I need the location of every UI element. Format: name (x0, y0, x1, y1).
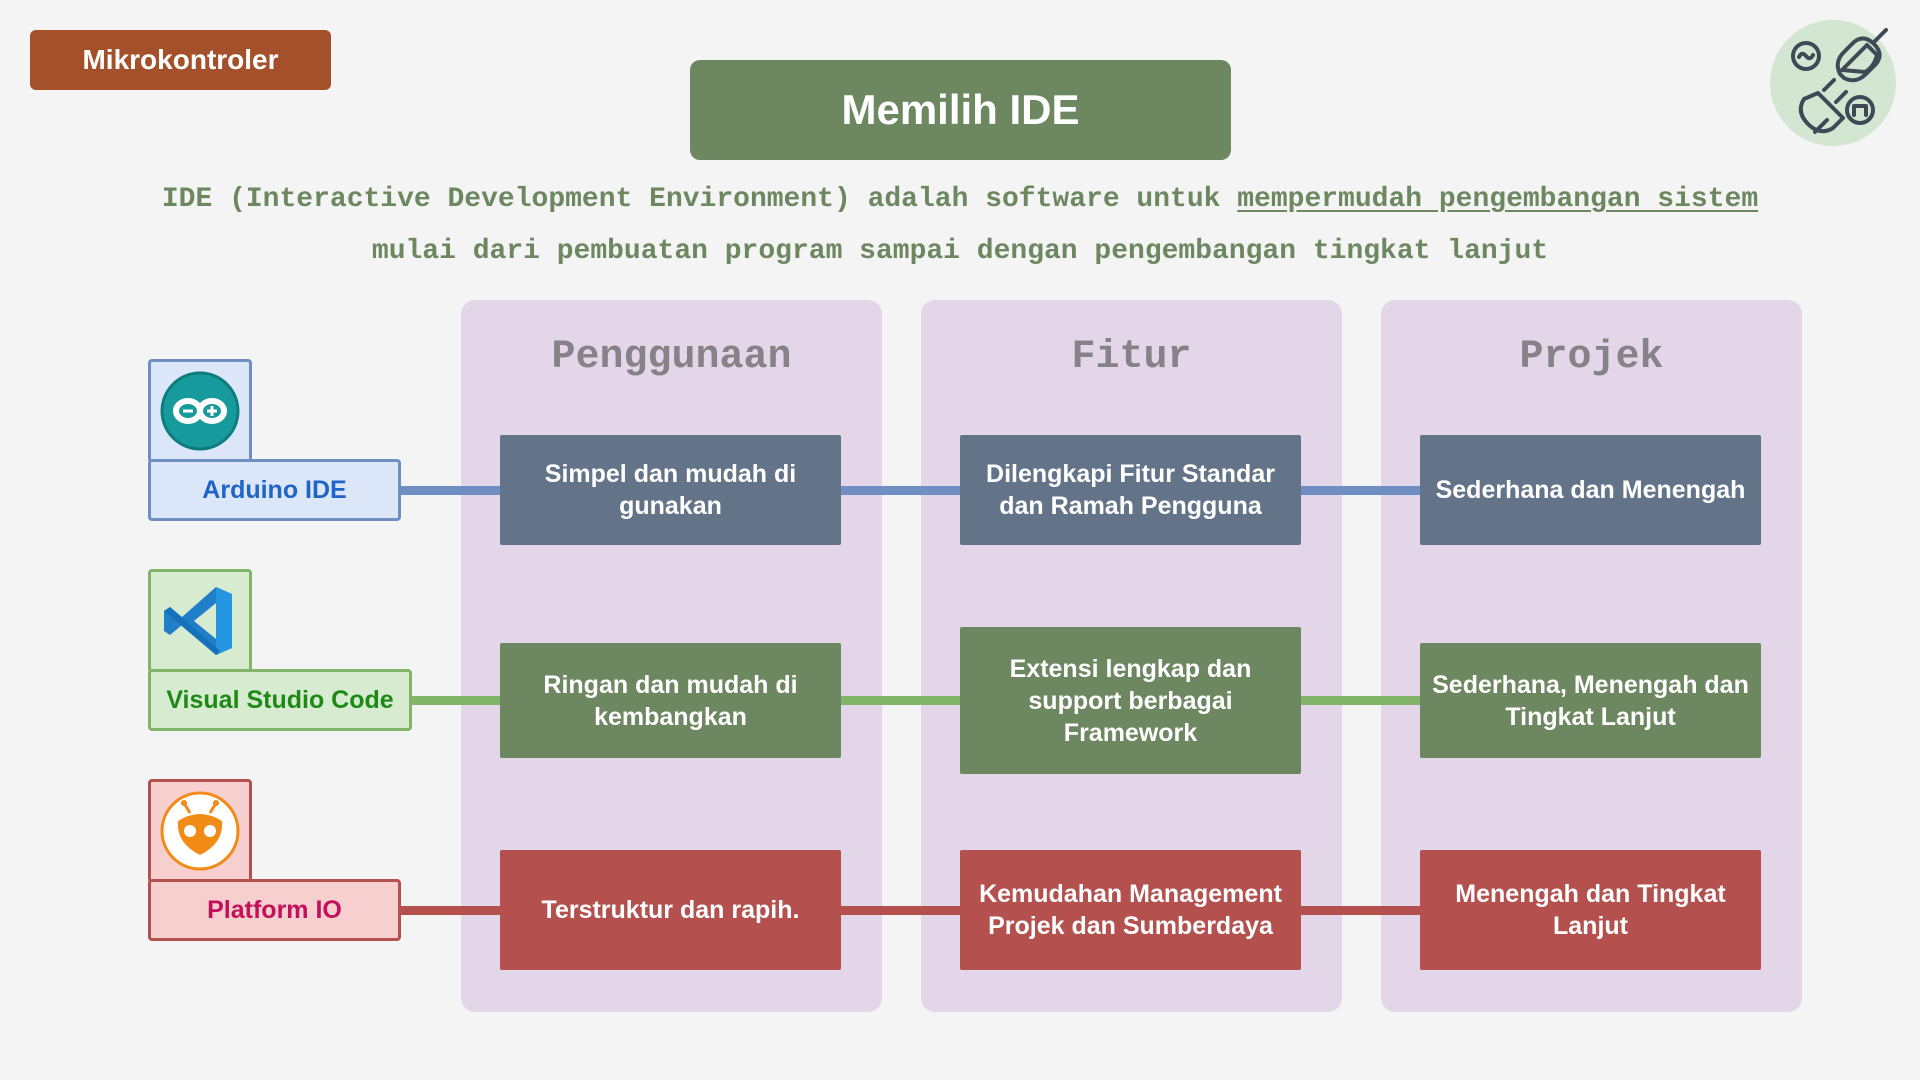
column-header: Projek (1519, 335, 1664, 380)
ide-name-platformio: Platform IO (148, 879, 401, 941)
feature-card-vscode: Extensi lengkap dan support berbagai Fra… (960, 627, 1301, 774)
description-text: IDE (Interactive Development Environment… (161, 184, 1238, 215)
category-tag: Mikrokontroler (30, 30, 331, 90)
usage-card-vscode: Ringan dan mudah di kembangkan (500, 643, 841, 758)
ide-name-vscode: Visual Studio Code (148, 669, 412, 731)
ide-name-arduino: Arduino IDE (148, 459, 401, 521)
usage-card-platformio: Terstruktur dan rapih. (500, 850, 841, 970)
feature-card-platformio: Kemudahan Management Projek dan Sumberda… (960, 850, 1301, 970)
project-card-platformio: Menengah dan Tingkat Lanjut (1420, 850, 1761, 970)
usage-card-arduino: Simpel dan mudah di gunakan (500, 435, 841, 545)
project-card-arduino: Sederhana dan Menengah (1420, 435, 1761, 545)
description-line-2: mulai dari pembuatan program sampai deng… (371, 236, 1549, 267)
project-card-vscode: Sederhana, Menengah dan Tingkat Lanjut (1420, 643, 1761, 758)
plug-circuit-icon (1770, 20, 1896, 146)
arduino-icon (148, 359, 252, 463)
feature-card-arduino: Dilengkapi Fitur Standar dan Ramah Pengg… (960, 435, 1301, 545)
description-line-1: IDE (Interactive Development Environment… (0, 184, 1920, 215)
page-title: Memilih IDE (690, 60, 1231, 160)
column-header: Penggunaan (551, 335, 792, 380)
vscode-icon (148, 569, 252, 673)
description-highlight: mempermudah pengembangan sistem (1237, 184, 1759, 215)
platformio-icon (148, 779, 252, 883)
column-header: Fitur (1071, 335, 1192, 380)
